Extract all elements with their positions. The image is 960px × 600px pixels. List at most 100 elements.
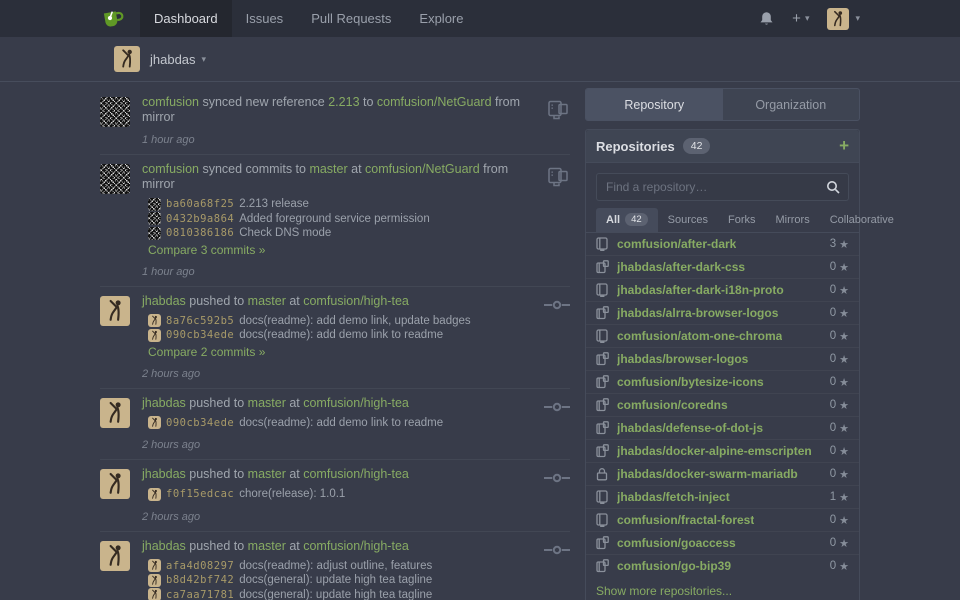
repo-link[interactable]: jhabdas/defense-of-dot-js (617, 421, 763, 435)
nav-item-pull-requests[interactable]: Pull Requests (297, 0, 405, 37)
repo-link[interactable]: comfusion/after-dark (617, 237, 736, 251)
gitea-logo-icon[interactable] (100, 0, 126, 37)
feed-link[interactable]: jhabdas (142, 294, 186, 308)
feed-link[interactable]: master (248, 467, 286, 481)
sidebar-tabbar: Repository Organization (585, 88, 860, 121)
feed-text: pushed to (186, 396, 248, 410)
feed-title: comfusion synced commits to master at co… (142, 162, 536, 192)
feed-item: jhabdas pushed to master at comfusion/hi… (100, 460, 570, 532)
repo-row: jhabdas/alrra-browser-logos0★ (586, 302, 859, 325)
fork-icon (596, 421, 610, 435)
repo-link[interactable]: comfusion/goaccess (617, 536, 736, 550)
repo-star-count: 0★ (830, 422, 849, 435)
star-icon: ★ (839, 514, 849, 527)
repo-icon (596, 490, 610, 504)
star-icon: ★ (839, 422, 849, 435)
feed-link[interactable]: master (309, 162, 347, 176)
commit-sha-link[interactable]: 8a76c592b5 (166, 314, 234, 329)
repo-star-count: 0★ (830, 330, 849, 343)
repo-list: comfusion/after-dark3★jhabdas/after-dark… (586, 233, 859, 577)
user-menu[interactable]: ▾ (827, 8, 860, 30)
commit-sha-link[interactable]: 0810386186 (166, 226, 234, 241)
commit-line: ba60a68f25 2.213 release (148, 197, 536, 212)
commit-message: 2.213 release (239, 197, 309, 212)
feed-link[interactable]: comfusion (142, 95, 199, 109)
feed-link[interactable]: comfusion/NetGuard (365, 162, 480, 176)
feed-title: jhabdas pushed to master at comfusion/hi… (142, 396, 536, 411)
repo-row: jhabdas/defense-of-dot-js 0★ (586, 417, 859, 440)
repo-star-count: 0★ (830, 514, 849, 527)
repo-link[interactable]: comfusion/coredns (617, 398, 728, 412)
commit-line: 090cb34ededocs(readme): add demo link to… (148, 416, 536, 431)
repo-link[interactable]: jhabdas/after-dark-i18n-proto (617, 283, 784, 297)
nav-item-dashboard[interactable]: Dashboard (140, 0, 232, 37)
commit-sha-link[interactable]: f0f15edcac (166, 487, 234, 502)
feed-text: pushed to (186, 294, 248, 308)
feed-link[interactable]: 2.213 (328, 95, 359, 109)
feed-timestamp: 2 hours ago (142, 511, 536, 523)
commit-sha-link[interactable]: 0432b9a864 (166, 212, 234, 227)
notifications-bell-icon[interactable] (759, 11, 774, 27)
feed-link[interactable]: comfusion/high-tea (303, 539, 409, 553)
repo-star-count: 0★ (830, 261, 849, 274)
commit-sha-link[interactable]: 090cb34ede (166, 416, 234, 431)
commit-message: Check DNS mode (239, 226, 331, 241)
feed-link[interactable]: comfusion/high-tea (303, 396, 409, 410)
commit-line: 8a76c592b5docs(readme): add demo link, u… (148, 314, 536, 329)
feed-text: synced commits to (199, 162, 309, 176)
commit-message: docs(general): update high tea tagline (239, 573, 432, 588)
filter-all[interactable]: All42 (596, 208, 658, 232)
feed-link[interactable]: comfusion (142, 162, 199, 176)
commit-line: 0432b9a864Added foreground service permi… (148, 212, 536, 227)
star-icon: ★ (839, 491, 849, 504)
filter-collaborative[interactable]: Collaborative (820, 209, 904, 232)
repo-link[interactable]: jhabdas/alrra-browser-logos (617, 306, 778, 320)
commit-author-avatar (148, 314, 161, 327)
repo-link[interactable]: comfusion/fractal-forest (617, 513, 754, 527)
repo-link[interactable]: jhabdas/browser-logos (617, 352, 748, 366)
show-more-repositories-link[interactable]: Show more repositories... (586, 577, 859, 600)
repo-star-count: 1★ (830, 491, 849, 504)
star-icon: ★ (839, 560, 849, 573)
tab-organization[interactable]: Organization (723, 89, 860, 120)
feed-item: comfusion synced commits to master at co… (100, 155, 570, 287)
commit-sha-link[interactable]: b8d42bf742 (166, 573, 234, 588)
feed-link[interactable]: comfusion/NetGuard (377, 95, 492, 109)
filter-sources[interactable]: Sources (658, 209, 718, 232)
tab-repository[interactable]: Repository (586, 89, 723, 120)
feed-link[interactable]: jhabdas (142, 539, 186, 553)
compare-commits-link[interactable]: Compare 3 commits » (148, 243, 265, 257)
commit-sha-link[interactable]: 090cb34ede (166, 328, 234, 343)
user-avatar (827, 8, 849, 30)
filter-forks[interactable]: Forks (718, 209, 766, 232)
commit-sha-link[interactable]: ca7aa71781 (166, 588, 234, 600)
feed-link[interactable]: master (248, 294, 286, 308)
repo-link[interactable]: comfusion/go-bip39 (617, 559, 731, 573)
context-switcher[interactable]: jhabdas ▾ (150, 52, 206, 67)
feed-link[interactable]: comfusion/high-tea (303, 294, 409, 308)
commit-sha-link[interactable]: ba60a68f25 (166, 197, 234, 212)
compare-commits-link[interactable]: Compare 2 commits » (148, 345, 265, 359)
nav-item-explore[interactable]: Explore (405, 0, 477, 37)
repo-link[interactable]: comfusion/atom-one-chroma (617, 329, 782, 343)
nav-item-issues[interactable]: Issues (232, 0, 298, 37)
create-new-button[interactable]: + ▾ (792, 10, 809, 27)
filter-mirrors[interactable]: Mirrors (766, 209, 820, 232)
repo-link[interactable]: jhabdas/fetch-inject (617, 490, 730, 504)
feed-link[interactable]: comfusion/high-tea (303, 467, 409, 481)
repo-link[interactable]: jhabdas/docker-swarm-mariadb (617, 467, 798, 481)
commit-sha-link[interactable]: afa4d08297 (166, 559, 234, 574)
feed-link[interactable]: master (248, 539, 286, 553)
feed-link[interactable]: jhabdas (142, 467, 186, 481)
new-repository-button[interactable]: + (839, 139, 849, 153)
repo-search-input[interactable] (596, 173, 849, 201)
chevron-down-icon: ▾ (855, 13, 860, 24)
feed-link[interactable]: master (248, 396, 286, 410)
repo-link[interactable]: jhabdas/docker-alpine-emscripten (617, 444, 812, 458)
feed-link[interactable]: jhabdas (142, 396, 186, 410)
feed-text: at (286, 294, 303, 308)
repo-link[interactable]: jhabdas/after-dark-css (617, 260, 745, 274)
repo-link[interactable]: comfusion/bytesize-icons (617, 375, 764, 389)
star-icon: ★ (839, 261, 849, 274)
feed-item: jhabdas pushed to master at comfusion/hi… (100, 389, 570, 461)
